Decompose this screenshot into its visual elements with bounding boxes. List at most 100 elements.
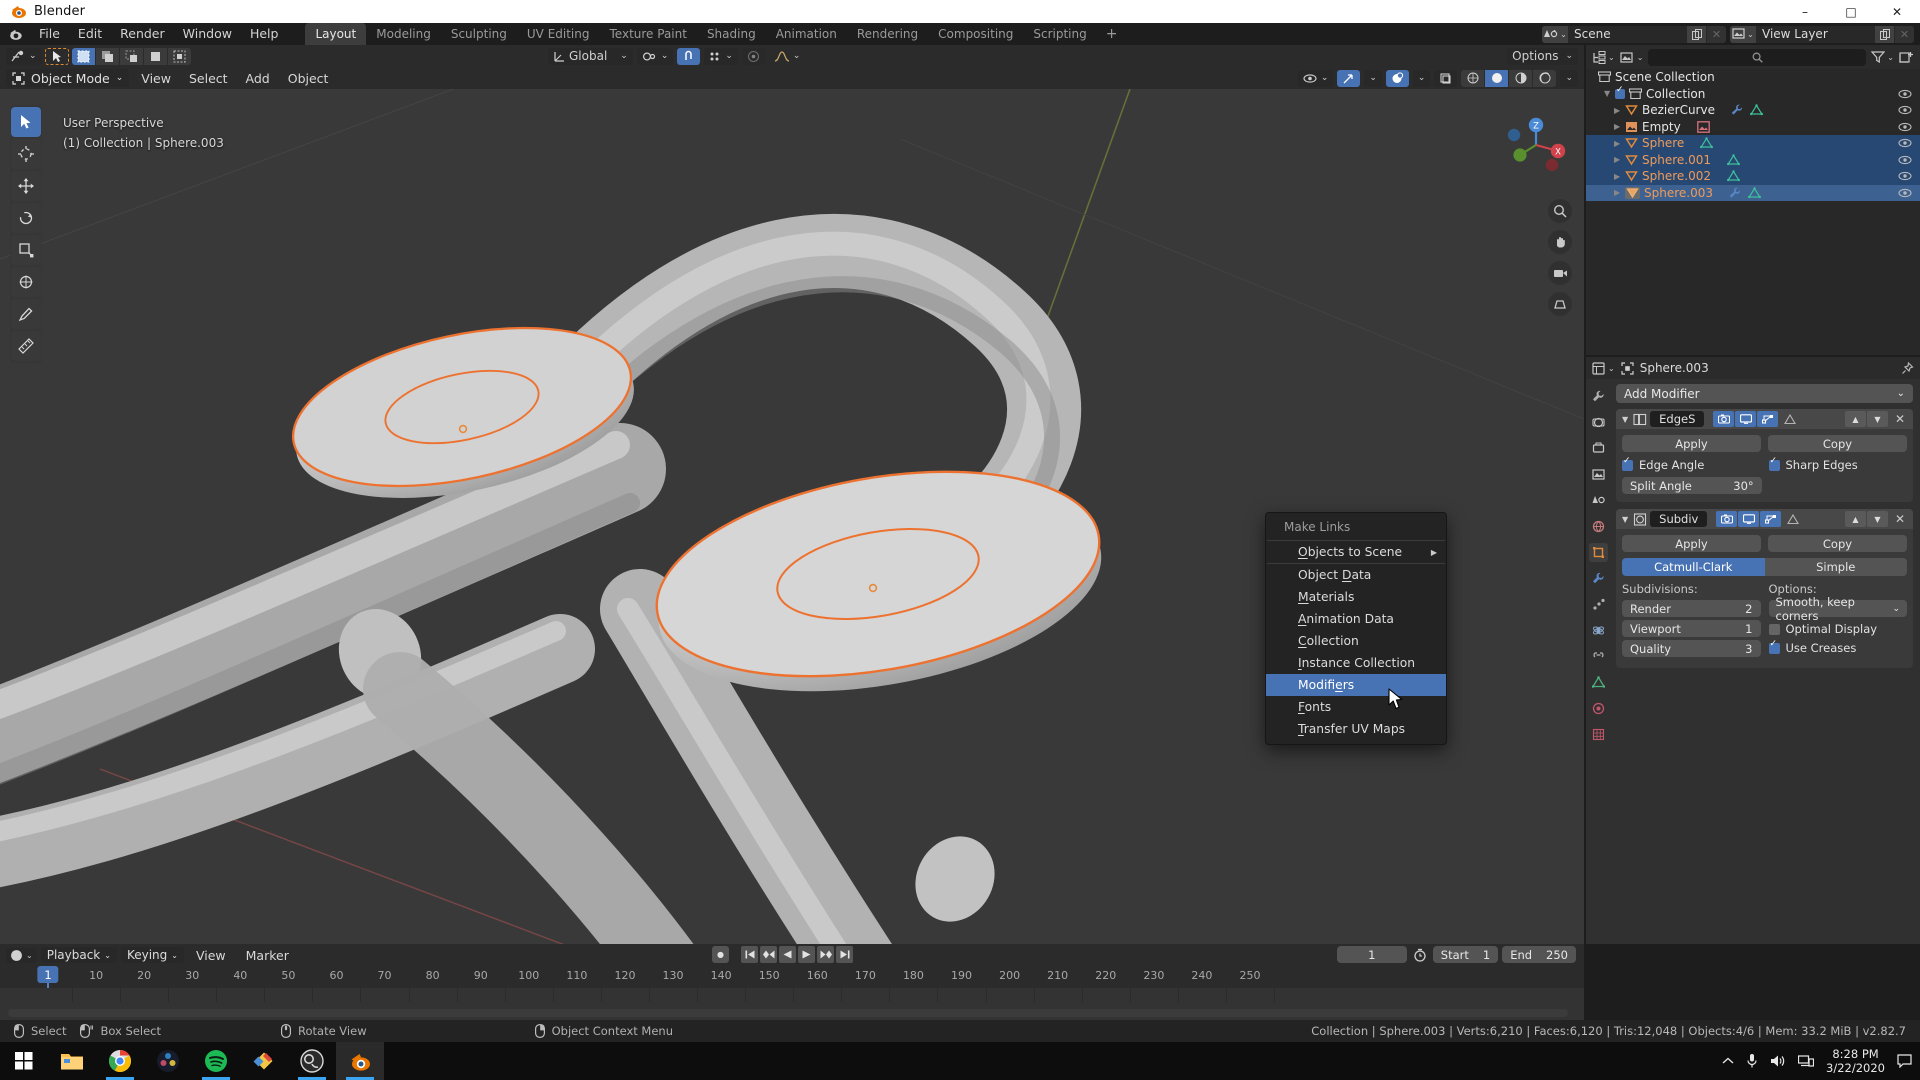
wrench-icon[interactable] <box>1729 187 1742 199</box>
viewport-menu-add[interactable]: Add <box>238 70 278 87</box>
tool-measure[interactable] <box>11 331 41 361</box>
image-icon[interactable] <box>1696 120 1710 133</box>
network-icon[interactable] <box>1798 1054 1815 1068</box>
visibility-eye-icon[interactable] <box>1898 155 1912 165</box>
start-icon[interactable] <box>0 1042 48 1080</box>
workspace-tab-uv-editing[interactable]: UV Editing <box>517 23 600 45</box>
render-visibility-icon[interactable] <box>1713 411 1735 427</box>
snap-to-dropdown[interactable]: ⌄ <box>704 47 738 65</box>
uv-smooth-dropdown[interactable]: Smooth, keep corners ⌄ <box>1768 595 1907 623</box>
mesh-data-icon[interactable] <box>1727 154 1740 166</box>
disclosure-triangle-icon[interactable]: ▶ <box>1614 139 1625 148</box>
workspace-tab-shading[interactable]: Shading <box>697 23 766 45</box>
tool-scale[interactable] <box>11 235 41 265</box>
tab-particles[interactable] <box>1589 595 1608 614</box>
add-workspace-button[interactable]: + <box>1097 26 1127 42</box>
visibility-eye-icon[interactable] <box>1898 138 1912 148</box>
tab-material[interactable] <box>1589 699 1608 718</box>
clock[interactable]: 8:28 PM 3/22/2020 <box>1826 1047 1885 1075</box>
move-up-icon[interactable]: ▲ <box>1845 411 1866 427</box>
tool-cursor[interactable] <box>11 139 41 169</box>
menu-item-animation-data[interactable]: Animation Data <box>1266 608 1446 630</box>
transform-orientation-dropdown[interactable]: Global ⌄ <box>548 47 633 65</box>
mesh-data-icon[interactable] <box>1700 137 1714 149</box>
disclosure-triangle-icon[interactable]: ▼ <box>1604 89 1615 98</box>
workspace-tab-animation[interactable]: Animation <box>766 23 847 45</box>
prev-keyframe-button[interactable] <box>760 946 777 963</box>
play-button[interactable] <box>798 946 815 963</box>
tab-render[interactable] <box>1589 413 1608 432</box>
obs-icon[interactable] <box>288 1042 336 1080</box>
menu-item-objects-to-scene[interactable]: Objects to Scene ▶ <box>1266 541 1446 563</box>
tab-constraints[interactable] <box>1589 647 1608 666</box>
outliner-scene-collection-row[interactable]: Scene Collection <box>1586 69 1920 86</box>
close-button[interactable]: ✕ <box>1874 0 1920 23</box>
snap-pivot-dropdown[interactable]: ⌄ <box>636 47 674 65</box>
on-cage-visibility-icon[interactable] <box>1782 511 1804 527</box>
tab-physics[interactable] <box>1589 621 1608 640</box>
timeline-track-area[interactable] <box>0 988 1584 1020</box>
end-frame-field[interactable]: End 250 <box>1502 946 1576 963</box>
tab-scene[interactable] <box>1589 491 1608 510</box>
pin-icon[interactable] <box>1901 361 1914 375</box>
use-creases-checkbox[interactable]: Use Creases <box>1768 639 1908 655</box>
outliner-row-sphere-001[interactable]: ▶ Sphere.001 <box>1586 151 1920 168</box>
disclosure-triangle-icon[interactable]: ▶ <box>1614 106 1625 115</box>
davinci-resolve-icon[interactable] <box>144 1042 192 1080</box>
quality-field[interactable]: Quality 3 <box>1622 640 1761 657</box>
proportional-falloff-dropdown[interactable]: ⌄ <box>769 48 806 65</box>
proportional-editing-toggle[interactable] <box>741 47 765 65</box>
outliner-row-collection[interactable]: ▼ Collection <box>1586 85 1920 103</box>
topbar-menu-edit[interactable]: Edit <box>69 24 111 44</box>
edit-mode-visibility-icon[interactable] <box>1760 511 1782 527</box>
move-down-icon[interactable]: ▼ <box>1867 411 1888 427</box>
snap-toggle-button[interactable] <box>677 47 701 65</box>
viewport-menu-view[interactable]: View <box>133 70 179 87</box>
delete-scene-button[interactable]: ✕ <box>1707 25 1726 43</box>
topbar-menu-render[interactable]: Render <box>111 24 174 44</box>
gizmo-toggle[interactable] <box>1337 69 1361 87</box>
edit-mode-visibility-icon[interactable] <box>1757 411 1779 427</box>
auto-keying-button[interactable]: ● <box>712 946 729 963</box>
play-reverse-button[interactable] <box>779 946 796 963</box>
delete-view-layer-button[interactable]: ✕ <box>1895 25 1914 43</box>
menu-item-modifiers[interactable]: Modifiers <box>1266 674 1446 696</box>
material-preview-icon[interactable] <box>1509 69 1533 87</box>
solid-shading-icon[interactable] <box>1485 69 1509 87</box>
shading-dropdown[interactable]: ⌄ <box>1560 69 1578 87</box>
render-visibility-icon[interactable] <box>1716 511 1738 527</box>
outliner-row-sphere-003[interactable]: ▶ Sphere.003 <box>1586 184 1920 201</box>
move-up-icon[interactable]: ▲ <box>1845 511 1866 527</box>
move-down-icon[interactable]: ▼ <box>1867 511 1888 527</box>
tab-texture[interactable] <box>1589 725 1608 744</box>
next-keyframe-button[interactable] <box>817 946 834 963</box>
zoom-icon[interactable] <box>1548 199 1572 223</box>
tab-tool[interactable] <box>1589 387 1608 406</box>
chrome-icon[interactable] <box>96 1042 144 1080</box>
tab-object[interactable] <box>1589 543 1608 562</box>
microphone-icon[interactable] <box>1746 1053 1758 1069</box>
select-invert-icon[interactable] <box>143 47 167 65</box>
topbar-menu-help[interactable]: Help <box>241 24 288 44</box>
disclosure-triangle-icon[interactable]: ▶ <box>1614 188 1625 197</box>
pan-hand-icon[interactable] <box>1548 230 1572 254</box>
spotify-icon[interactable] <box>192 1042 240 1080</box>
copy-button[interactable]: Copy <box>1768 535 1907 552</box>
viewport-subdivisions-field[interactable]: Viewport 1 <box>1622 620 1761 637</box>
select-extend-icon[interactable] <box>95 47 119 65</box>
catmull-clark-button[interactable]: Catmull-Clark <box>1622 558 1765 576</box>
tool-select-box[interactable] <box>11 107 41 137</box>
viewport-options-dropdown[interactable]: Options ⌄ <box>1507 47 1578 65</box>
on-cage-visibility-icon[interactable] <box>1779 411 1801 427</box>
tool-annotate[interactable] <box>11 299 41 329</box>
blender-icon[interactable] <box>336 1042 384 1080</box>
visibility-dropdown[interactable]: ⌄ <box>1297 69 1334 87</box>
timeline-ruler[interactable]: 1 10 20 30 40 50 60 70 80 90 100 110 120 130 140 150 160… <box>0 966 1584 1027</box>
outliner-row-empty[interactable]: ▶ Empty <box>1586 119 1920 136</box>
tab-modifiers[interactable] <box>1589 569 1608 588</box>
tab-world[interactable] <box>1589 517 1608 536</box>
workspace-tab-rendering[interactable]: Rendering <box>847 23 928 45</box>
workspace-tab-texture-paint[interactable]: Texture Paint <box>600 23 697 45</box>
new-view-layer-button[interactable] <box>1875 25 1894 43</box>
gizmo-dropdown[interactable]: ⌄ <box>1364 69 1382 87</box>
